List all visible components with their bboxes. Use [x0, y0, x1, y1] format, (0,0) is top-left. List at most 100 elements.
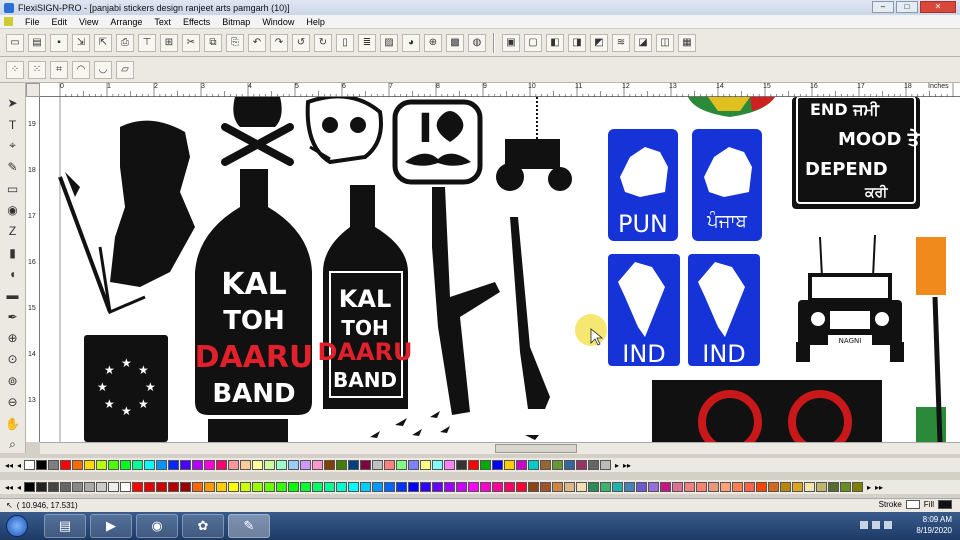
color-swatch[interactable] [48, 482, 59, 492]
color-swatch[interactable] [312, 460, 323, 470]
color-swatch[interactable] [192, 460, 203, 470]
color-swatch[interactable] [324, 482, 335, 492]
color-icon[interactable]: ◕ [402, 33, 420, 52]
color-swatch[interactable] [180, 460, 191, 470]
color-swatch[interactable] [96, 482, 107, 492]
flexisign-icon[interactable]: ✎ [228, 514, 270, 538]
break-apart-icon[interactable]: ▦ [678, 33, 696, 52]
import-icon[interactable]: ⇲ [72, 33, 90, 52]
export-icon[interactable]: ⇱ [94, 33, 112, 52]
color-swatch[interactable] [396, 482, 407, 492]
color-swatch[interactable] [636, 482, 647, 492]
color-swatch[interactable] [648, 482, 659, 492]
color-swatch[interactable] [540, 460, 551, 470]
color-swatch[interactable] [336, 460, 347, 470]
palette-next-icon[interactable]: ▸ [864, 483, 874, 492]
zoom-out-icon[interactable]: ⊖ [4, 394, 22, 410]
color-swatch[interactable] [156, 460, 167, 470]
color-swatch[interactable] [132, 482, 143, 492]
color-swatch[interactable] [240, 482, 251, 492]
menu-edit[interactable]: Edit [46, 17, 74, 27]
color-swatch[interactable] [684, 482, 695, 492]
chrome-icon[interactable]: ◉ [136, 514, 178, 538]
color-swatch[interactable] [132, 460, 143, 470]
color-swatch[interactable] [720, 482, 731, 492]
color-swatch[interactable] [456, 460, 467, 470]
color-swatch[interactable] [552, 482, 563, 492]
color-swatch[interactable] [144, 482, 155, 492]
tray-arrow-icon[interactable] [860, 521, 868, 529]
color-swatch[interactable] [504, 482, 515, 492]
undo-all-icon[interactable]: ↺ [292, 33, 310, 52]
color-swatch[interactable] [240, 460, 251, 470]
zoom-in-icon[interactable]: ⊕ [4, 330, 22, 346]
color-swatch[interactable] [828, 482, 839, 492]
color-swatch[interactable] [468, 482, 479, 492]
palette-prev-icon[interactable]: ◂ [14, 461, 24, 470]
color-swatch[interactable] [300, 482, 311, 492]
warrior-silhouette[interactable] [58, 120, 195, 315]
color-swatch[interactable] [276, 460, 287, 470]
color-swatch[interactable] [564, 482, 575, 492]
weld-icon[interactable]: ≋ [612, 33, 630, 52]
small-black-label[interactable] [208, 419, 288, 442]
forward-icon[interactable]: ◩ [590, 33, 608, 52]
pan-icon[interactable]: ✋ [4, 415, 22, 431]
color-swatch[interactable] [372, 482, 383, 492]
color-swatch[interactable] [492, 460, 503, 470]
color-swatch[interactable] [144, 460, 155, 470]
color-swatch[interactable] [168, 460, 179, 470]
color-swatch[interactable] [804, 482, 815, 492]
color-swatch[interactable] [444, 460, 455, 470]
color-swatch[interactable] [24, 460, 35, 470]
network-icon[interactable] [872, 521, 880, 529]
color-swatch[interactable] [528, 482, 539, 492]
color-swatch[interactable] [816, 482, 827, 492]
color-swatch[interactable] [576, 460, 587, 470]
color-swatch[interactable] [492, 482, 503, 492]
color-swatch[interactable] [264, 482, 275, 492]
ruler-top[interactable]: 0 1 2 3 4 5 6 7 8 9 10 11 12 13 14 15 16… [40, 83, 960, 97]
color-swatch[interactable] [588, 460, 599, 470]
select-arrow-icon[interactable]: ➤ [4, 95, 22, 111]
rifle-silhouette[interactable] [510, 217, 550, 409]
bottle-sticker-2[interactable]: KAL TOH DAARU BAND [317, 185, 413, 409]
color-swatch[interactable] [24, 482, 35, 492]
color-swatch[interactable] [660, 482, 671, 492]
color-swatch[interactable] [192, 482, 203, 492]
color-swatch[interactable] [516, 482, 527, 492]
zoom-text-icon[interactable]: Z [4, 223, 22, 239]
media-player-icon[interactable]: ▶ [90, 514, 132, 538]
save-icon[interactable]: ▪ [50, 33, 68, 52]
color-swatch[interactable] [528, 460, 539, 470]
zoom-page-icon[interactable]: ⊚ [4, 373, 22, 389]
color-swatch[interactable] [276, 482, 287, 492]
palette-first-icon[interactable]: ◂◂ [4, 461, 14, 470]
combine-icon[interactable]: ◫ [656, 33, 674, 52]
volume-icon[interactable] [884, 521, 892, 529]
palette-last-icon[interactable]: ▸▸ [874, 483, 884, 492]
color-swatch[interactable] [228, 460, 239, 470]
redo-icon[interactable]: ↷ [270, 33, 288, 52]
lion-art-panel[interactable] [652, 380, 882, 442]
color-swatch[interactable] [324, 460, 335, 470]
color-swatch[interactable] [180, 482, 191, 492]
stars-panel[interactable]: ★ ★ ★ ★ ★ ★ ★ ★ [84, 335, 168, 442]
color-swatch[interactable] [564, 460, 575, 470]
swatch-icon[interactable]: ▩ [446, 33, 464, 52]
color-swatch[interactable] [216, 460, 227, 470]
color-swatch[interactable] [216, 482, 227, 492]
color-swatch[interactable] [408, 460, 419, 470]
color-swatch[interactable] [264, 460, 275, 470]
color-swatch[interactable] [696, 482, 707, 492]
cut-vinyl-icon[interactable]: ⊤ [138, 33, 156, 52]
trim-icon[interactable]: ◪ [634, 33, 652, 52]
color-swatch[interactable] [360, 460, 371, 470]
color-swatch[interactable] [348, 482, 359, 492]
image-icon[interactable]: ▨ [380, 33, 398, 52]
fill-tool-icon[interactable]: ◉ [4, 202, 22, 218]
zoom-select-icon[interactable]: ⌕ [4, 437, 22, 453]
cut-icon[interactable]: ✂ [182, 33, 200, 52]
color-swatch[interactable] [672, 482, 683, 492]
mood-sign-board[interactable]: END ਜਮੀ MOOD ਤੇ DEPEND ਕਰੀ [792, 97, 921, 209]
